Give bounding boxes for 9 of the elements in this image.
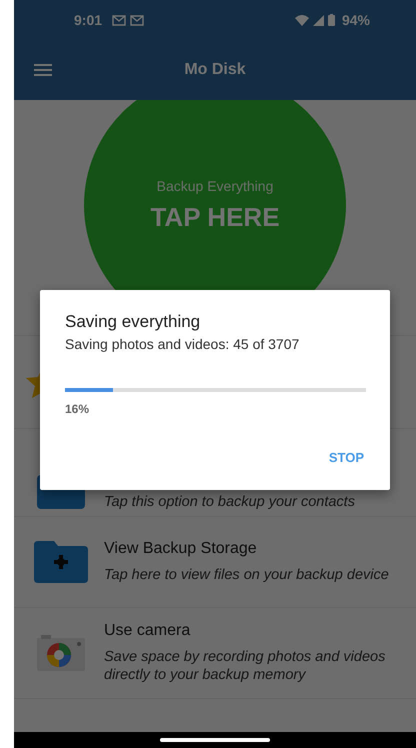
option-title: View Backup Storage — [104, 540, 258, 558]
option-description: Tap this option to backup your contacts — [104, 493, 356, 511]
progress-percent: 16% — [65, 402, 90, 416]
option-description: Save space by recording photos and videos directly to your backup memory — [104, 648, 386, 684]
option-title: Use camera — [104, 622, 192, 640]
status-time: 9:01 — [74, 12, 102, 28]
dialog-message: Saving photos and videos: 45 of 3707 — [65, 336, 300, 352]
option-description: Tap here to view files on your backup device — [104, 566, 390, 584]
battery-percent: 94% — [342, 12, 370, 28]
